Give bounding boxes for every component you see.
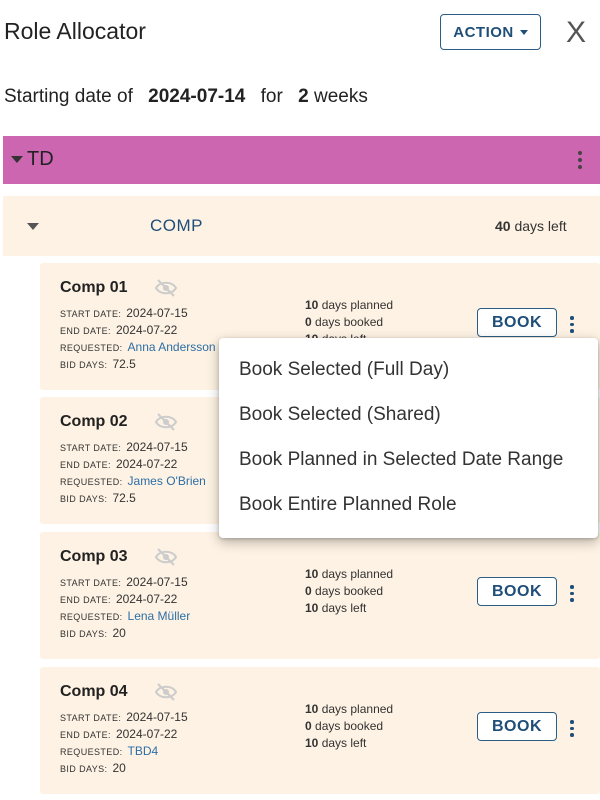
end-date-row: END DATE: 2024-07-22 (60, 592, 178, 606)
card-title: Comp 01 (60, 279, 128, 296)
role-card[interactable]: Comp 03 START DATE: 2024-07-15 END DATE: 202… (40, 532, 600, 659)
caret-down-icon (519, 29, 528, 35)
start-date-row: START DATE: 2024-07-15 (60, 440, 188, 454)
end-date-row: END DATE: 2024-07-22 (60, 727, 178, 741)
section-label: COMP (150, 216, 203, 235)
bid-days-row: BID DAYS: 72.5 (60, 357, 136, 371)
week-unit: weeks (313, 86, 368, 107)
section-bar-comp[interactable]: COMP 40 days left (3, 196, 600, 256)
page-title: Role Allocator (4, 18, 146, 44)
card-more-icon[interactable] (570, 720, 574, 737)
card-title: Comp 02 (60, 413, 128, 430)
card-more-icon[interactable] (570, 316, 574, 333)
eye-off-icon[interactable] (154, 682, 178, 707)
bid-days-row: BID DAYS: 20 (60, 626, 126, 640)
end-date-row: END DATE: 2024-07-22 (60, 323, 178, 337)
end-date-row: END DATE: 2024-07-22 (60, 457, 178, 471)
card-stats: 10 days planned0 days booked10 days left (305, 702, 394, 750)
requested-link[interactable]: TBD4 (128, 744, 159, 758)
collapse-caret-icon[interactable] (27, 223, 39, 230)
card-stats: 10 days planned0 days booked10 days left (305, 567, 394, 615)
requested-link[interactable]: Anna Andersson (128, 340, 216, 354)
group-bar-td[interactable]: TD (3, 136, 600, 184)
close-button[interactable]: X (566, 16, 586, 50)
date-prefix: Starting date of (4, 86, 133, 107)
book-button[interactable]: BOOK (477, 577, 557, 606)
bid-days-row: BID DAYS: 72.5 (60, 491, 136, 505)
group-label: TD (27, 148, 54, 170)
date-line: Starting date of 2024-07-14 for 2 weeks (4, 86, 368, 108)
action-button-label: ACTION (453, 23, 514, 41)
card-title: Comp 03 (60, 548, 128, 565)
requested-link[interactable]: James O'Brien (128, 474, 206, 488)
card-more-icon[interactable] (570, 585, 574, 602)
menu-item-book-planned-range[interactable]: Book Planned in Selected Date Range (239, 449, 563, 471)
bid-days-row: BID DAYS: 20 (60, 761, 126, 775)
book-button[interactable]: BOOK (477, 712, 557, 741)
action-button[interactable]: ACTION (440, 14, 541, 50)
group-more-icon[interactable] (578, 151, 582, 169)
menu-item-book-selected-full-day[interactable]: Book Selected (Full Day) (239, 359, 449, 381)
role-card[interactable]: Comp 04 START DATE: 2024-07-15 END DATE: 202… (40, 667, 600, 794)
book-dropdown-menu: Book Selected (Full Day) Book Selected (… (219, 338, 598, 538)
date-for: for (260, 86, 283, 107)
menu-item-book-selected-shared[interactable]: Book Selected (Shared) (239, 404, 441, 426)
requested-row: REQUESTED: TBD4 (60, 744, 159, 758)
requested-row: REQUESTED: Anna Andersson (60, 340, 216, 354)
menu-item-book-entire-role[interactable]: Book Entire Planned Role (239, 494, 457, 516)
card-title: Comp 04 (60, 683, 128, 700)
header: Role Allocator ACTION X (0, 0, 600, 70)
requested-row: REQUESTED: Lena Müller (60, 609, 191, 623)
start-date-row: START DATE: 2024-07-15 (60, 575, 188, 589)
collapse-caret-icon[interactable] (11, 156, 23, 163)
eye-off-icon[interactable] (154, 278, 178, 303)
eye-off-icon[interactable] (154, 547, 178, 572)
requested-link[interactable]: Lena Müller (128, 609, 191, 623)
start-date-row: START DATE: 2024-07-15 (60, 306, 188, 320)
start-date-value[interactable]: 2024-07-14 (148, 86, 245, 107)
book-button[interactable]: BOOK (477, 308, 557, 337)
start-date-row: START DATE: 2024-07-15 (60, 710, 188, 724)
section-days-left: 40 days left (495, 218, 567, 234)
week-count[interactable]: 2 (298, 86, 309, 107)
eye-off-icon[interactable] (154, 412, 178, 437)
requested-row: REQUESTED: James O'Brien (60, 474, 206, 488)
